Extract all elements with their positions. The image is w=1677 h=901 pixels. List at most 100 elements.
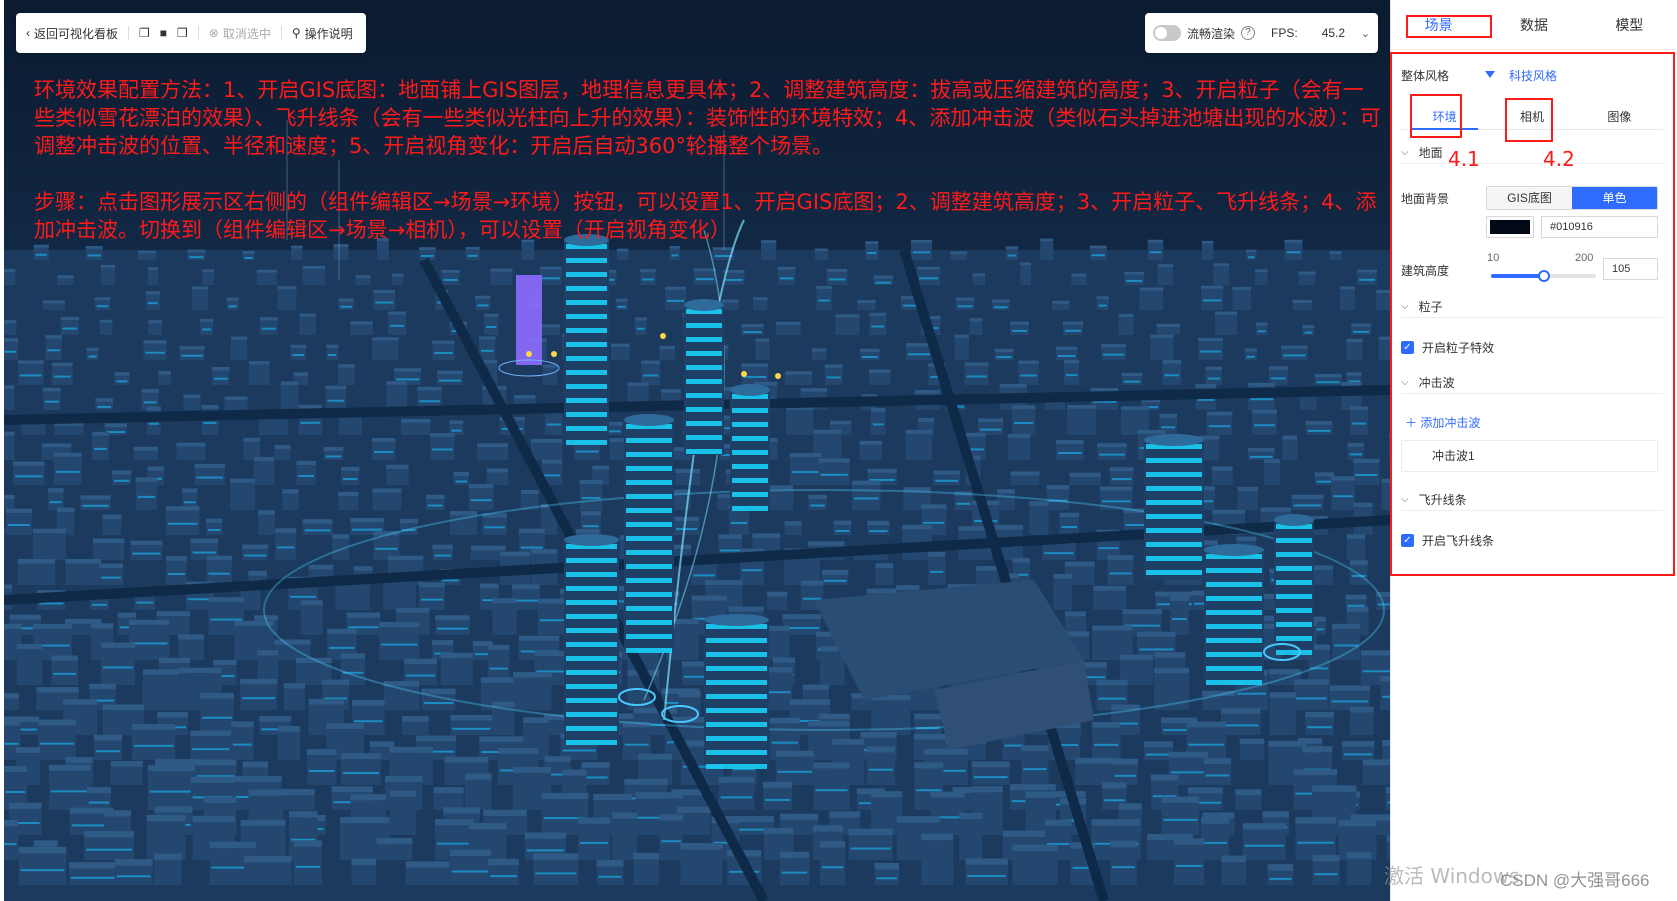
low-rise-building <box>379 622 420 660</box>
low-rise-building <box>835 314 860 335</box>
chevron-down-icon[interactable]: ⌄ <box>1361 27 1370 40</box>
cancel-select-button[interactable]: ⊗ 取消选中 <box>209 25 271 42</box>
tab-environment[interactable]: 环境 <box>1401 96 1488 130</box>
overall-style-select[interactable]: 科技风格 <box>1509 67 1557 84</box>
low-rise-building <box>187 249 206 260</box>
shockwave-item[interactable]: 冲击波1 <box>1401 440 1658 472</box>
copy-icon[interactable]: ❐ <box>139 27 150 39</box>
low-rise-building <box>16 643 43 685</box>
dropdown-triangle-icon[interactable] <box>1485 71 1495 78</box>
low-rise-building <box>1314 373 1342 385</box>
low-rise-building <box>680 842 723 885</box>
low-rise-building <box>965 858 1008 885</box>
tab-model[interactable]: 模型 <box>1582 15 1677 35</box>
low-rise-building <box>1215 311 1238 335</box>
low-rise-building <box>148 320 162 335</box>
glowing-tower <box>1204 544 1264 685</box>
building-height-input[interactable]: 105 <box>1603 258 1658 280</box>
low-rise-building <box>102 514 122 535</box>
slider-handle[interactable] <box>1537 270 1550 282</box>
low-rise-building <box>300 600 323 635</box>
low-rise-building <box>1281 345 1308 360</box>
low-rise-building <box>405 861 450 885</box>
particles-checkbox-row[interactable]: ✓ 开启粒子特效 <box>1401 339 1494 356</box>
low-rise-building <box>355 275 371 285</box>
low-rise-building <box>230 478 255 510</box>
checkbox-checked-icon[interactable]: ✓ <box>1401 341 1414 354</box>
low-rise-building <box>373 290 396 310</box>
low-rise-building <box>1246 249 1257 260</box>
low-rise-building <box>875 563 894 585</box>
low-rise-building <box>978 418 1004 435</box>
low-rise-building <box>1349 706 1374 735</box>
shockwave-group-header[interactable]: ⌵ 冲击波 <box>1401 372 1663 394</box>
low-rise-building <box>440 652 473 685</box>
low-rise-building <box>530 438 563 460</box>
low-rise-building <box>42 387 61 410</box>
add-shockwave-button[interactable]: ＋ 添加冲击波 <box>1405 414 1480 431</box>
low-rise-building <box>256 269 277 285</box>
low-rise-building <box>1362 759 1390 785</box>
low-rise-building <box>1329 685 1371 710</box>
low-rise-building <box>18 360 44 385</box>
particles-group-header[interactable]: ⌵ 粒子 <box>1401 296 1663 318</box>
low-rise-building <box>5 508 32 535</box>
light-point <box>526 351 532 357</box>
low-rise-building <box>110 760 143 785</box>
low-rise-building <box>42 300 66 310</box>
smooth-render-toggle[interactable] <box>1153 25 1181 41</box>
low-rise-building <box>4 528 6 560</box>
low-rise-building <box>449 849 491 885</box>
tab-scene[interactable]: 场景 <box>1391 15 1486 35</box>
low-rise-building <box>372 337 399 360</box>
ground-group-header[interactable]: ⌵ 地面 <box>1401 142 1663 164</box>
gis-basemap-option[interactable]: GIS底图 <box>1487 187 1572 209</box>
low-rise-building <box>1255 269 1268 285</box>
low-rise-building <box>224 396 248 410</box>
low-rise-building <box>4 269 16 285</box>
low-rise-building <box>539 266 562 285</box>
low-rise-building <box>137 250 156 260</box>
low-rise-building <box>453 471 470 485</box>
low-rise-building <box>1121 372 1143 385</box>
cube-icon[interactable]: ■ <box>160 27 167 39</box>
scene-viewport[interactable]: ‹ 返回可视化看板 ❐ ■ ❒ ⊗ 取消选中 ⚲ 操作说明 流畅渲染 ? FPS… <box>4 0 1390 901</box>
low-rise-building <box>972 273 986 285</box>
low-rise-building <box>183 394 201 410</box>
low-rise-building <box>1118 313 1134 335</box>
slider-max-label: 200 <box>1575 252 1594 264</box>
back-button[interactable]: ‹ 返回可视化看板 <box>26 25 118 42</box>
low-rise-building <box>99 319 113 335</box>
ground-color-swatch[interactable] <box>1486 216 1534 238</box>
low-rise-building <box>976 566 999 585</box>
low-rise-building <box>37 719 76 760</box>
low-rise-building <box>659 814 684 860</box>
checkbox-checked-icon[interactable]: ✓ <box>1401 534 1414 547</box>
low-rise-building <box>1220 708 1261 735</box>
question-icon[interactable]: ? <box>1241 26 1256 40</box>
glowing-tower <box>1274 514 1314 655</box>
low-rise-building <box>933 470 961 485</box>
flylines-group-header[interactable]: ⌵ 飞升线条 <box>1401 489 1663 511</box>
flylines-checkbox-row[interactable]: ✓ 开启飞升线条 <box>1401 532 1494 549</box>
low-rise-building <box>818 458 850 485</box>
help-button[interactable]: ⚲ 操作说明 <box>292 25 353 42</box>
fps-value: 45.2 <box>1321 26 1346 40</box>
annotation-label-4-1: 4.1 <box>1448 147 1480 171</box>
low-rise-building <box>1055 346 1078 360</box>
low-rise-building <box>816 285 832 310</box>
low-rise-building <box>1069 472 1101 485</box>
tab-image[interactable]: 图像 <box>1576 96 1663 129</box>
low-rise-building <box>1162 360 1182 385</box>
low-rise-building <box>338 298 354 310</box>
layers-icon[interactable]: ❒ <box>177 27 188 39</box>
low-rise-building <box>784 521 802 535</box>
low-rise-building <box>1101 344 1127 360</box>
building-height-slider[interactable] <box>1491 270 1596 282</box>
tab-camera[interactable]: 相机 <box>1488 96 1575 129</box>
low-rise-building <box>1378 336 1390 360</box>
tab-data[interactable]: 数据 <box>1486 15 1581 35</box>
ground-color-input[interactable]: #010916 <box>1541 216 1658 238</box>
solid-color-option[interactable]: 单色 <box>1572 187 1657 209</box>
low-rise-building <box>579 479 603 510</box>
